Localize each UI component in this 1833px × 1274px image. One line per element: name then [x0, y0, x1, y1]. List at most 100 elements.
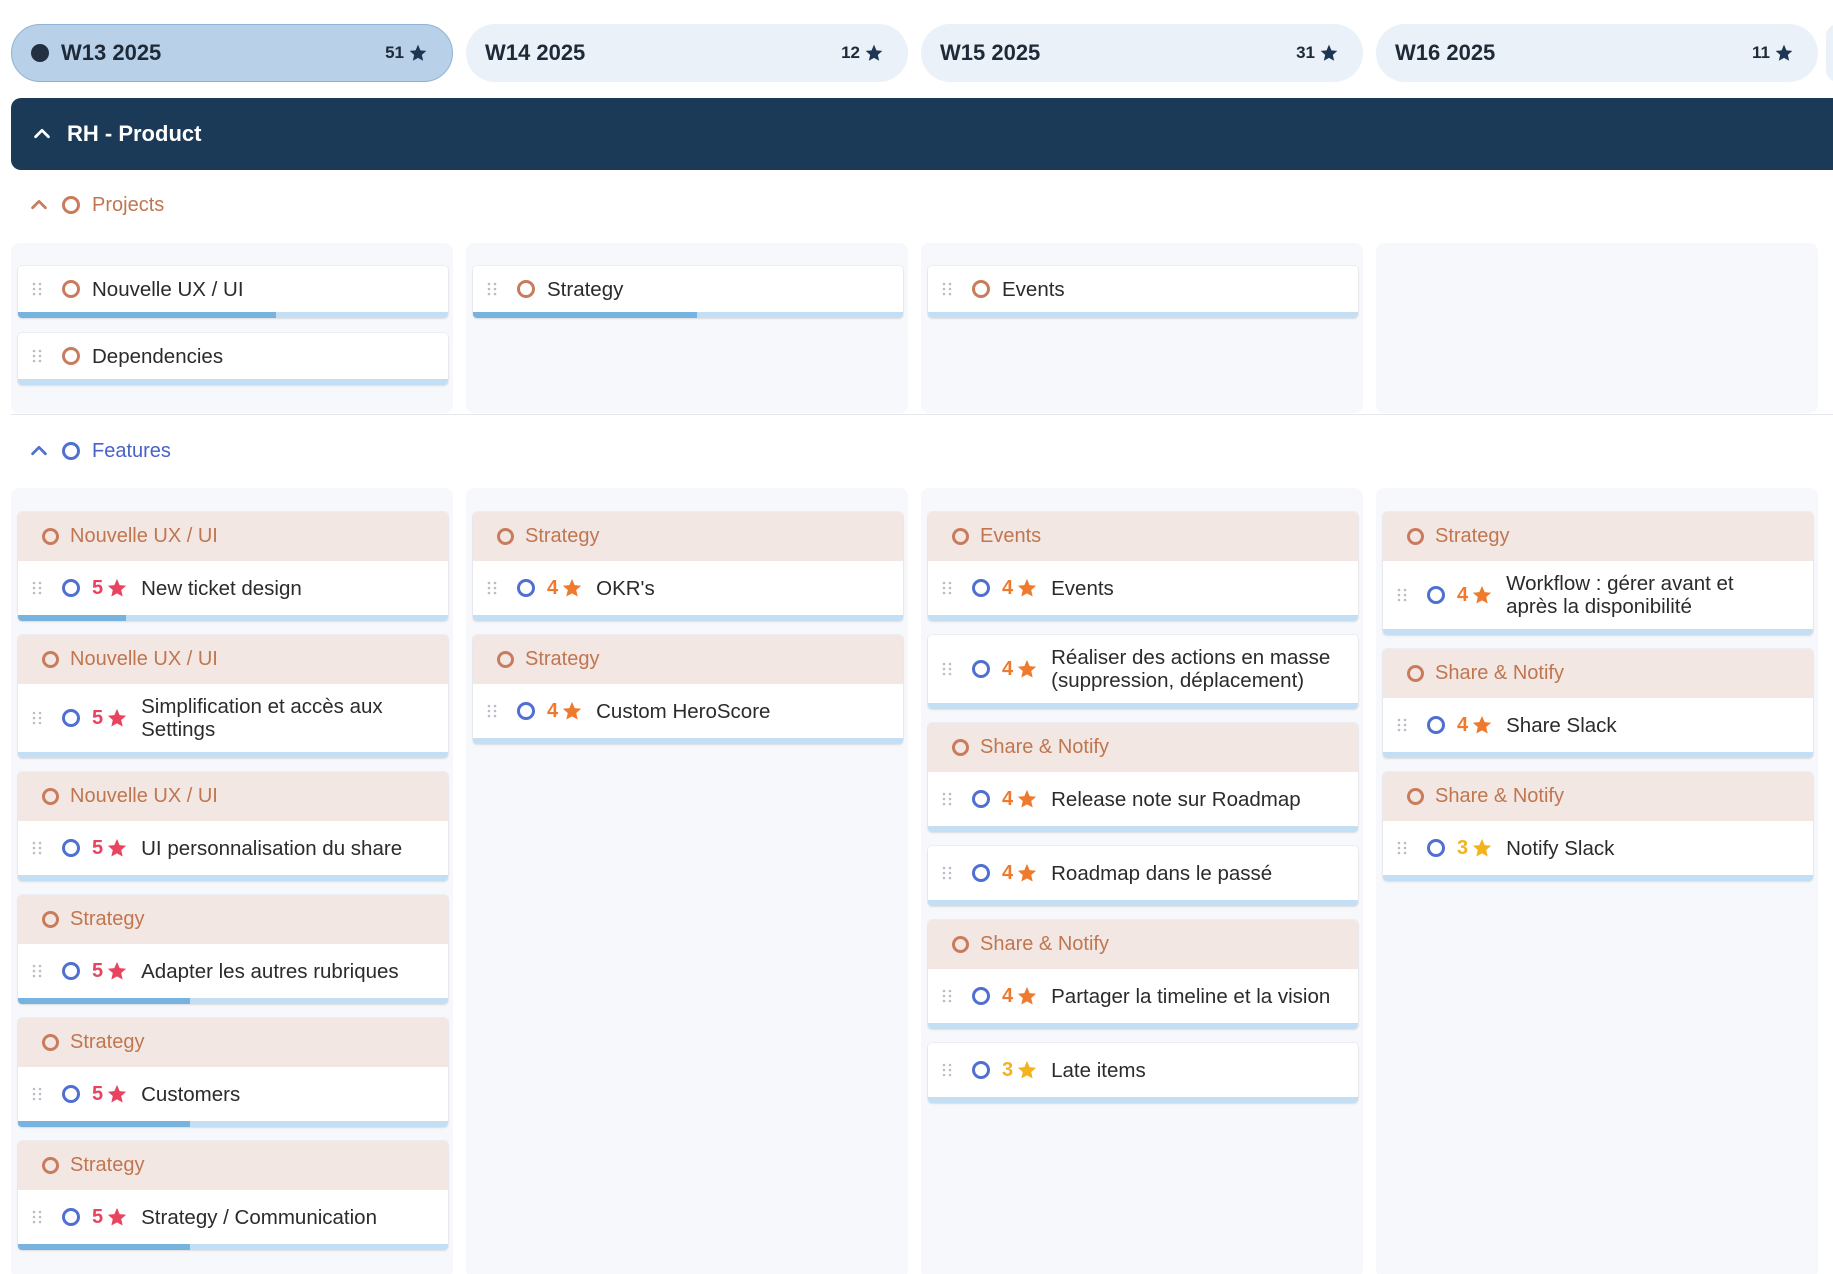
parent-project-title: Strategy: [1435, 525, 1510, 547]
parent-project-title: Strategy: [70, 1154, 145, 1176]
project-card[interactable]: Dependencies: [18, 333, 448, 385]
drag-handle-icon[interactable]: [942, 282, 952, 296]
project-card[interactable]: Strategy: [473, 266, 903, 318]
drag-handle-icon[interactable]: [1397, 718, 1407, 732]
drag-handle-icon[interactable]: [32, 1087, 42, 1101]
star-icon: [562, 578, 582, 597]
card-body: 4 Roadmap dans le passé: [928, 846, 1358, 900]
drag-handle-icon[interactable]: [942, 662, 952, 676]
feature-card[interactable]: Strategy 5 Adapter les autres rubriques: [18, 895, 448, 1004]
drag-handle-icon[interactable]: [942, 989, 952, 1003]
week-pill-w13[interactable]: W13 2025 51: [11, 24, 453, 82]
card-parent-project[interactable]: Strategy: [18, 1018, 448, 1067]
chevron-up-icon[interactable]: [28, 440, 50, 462]
drag-handle-icon[interactable]: [32, 841, 42, 855]
drag-handle-icon[interactable]: [32, 282, 42, 296]
circle-status-icon: [1427, 716, 1445, 734]
feature-card[interactable]: Share & Notify 4 Partager la timeline et l…: [928, 920, 1358, 1029]
feature-card[interactable]: Strategy 4 Custom HeroScore: [473, 635, 903, 744]
week-pill-w16[interactable]: W16 2025 11: [1376, 24, 1818, 82]
card-parent-project[interactable]: Strategy: [18, 1141, 448, 1190]
card-parent-project[interactable]: Strategy: [473, 512, 903, 561]
card-title-line: Partager la timeline et la vision: [1051, 984, 1331, 1008]
feature-card[interactable]: Nouvelle UX / UI 5 UI personnalisation du …: [18, 772, 448, 881]
rating-value: 4: [1002, 657, 1014, 680]
section-header-features[interactable]: Features: [28, 436, 171, 466]
section-header-projects[interactable]: Projects: [28, 190, 164, 220]
drag-handle-icon[interactable]: [487, 704, 497, 718]
card-parent-project[interactable]: Share & Notify: [928, 920, 1358, 969]
star-icon: [1017, 986, 1037, 1005]
card-parent-project[interactable]: Strategy: [1383, 512, 1813, 561]
star-icon: [1017, 578, 1037, 597]
current-week-dot-icon: [31, 44, 49, 62]
card-title-line: Strategy / Communication: [141, 1205, 377, 1229]
card-parent-project[interactable]: Share & Notify: [1383, 772, 1813, 821]
week-pill-w15[interactable]: W15 2025 31: [921, 24, 1363, 82]
project-card[interactable]: Events: [928, 266, 1358, 318]
feature-card[interactable]: Nouvelle UX / UI 5 Simplification et accès…: [18, 635, 448, 758]
team-group-title: RH - Product: [67, 121, 202, 146]
projects-column-w16: [1376, 243, 1818, 413]
star-icon: [1017, 863, 1037, 882]
drag-handle-icon[interactable]: [32, 349, 42, 363]
star-icon: [1017, 659, 1037, 678]
feature-card[interactable]: Share & Notify 3 Notify Slack: [1383, 772, 1813, 881]
circle-status-icon: [952, 528, 969, 545]
rating-badge: 5: [92, 1083, 128, 1106]
card-title: Events: [1051, 577, 1114, 600]
parent-project-title: Share & Notify: [1435, 785, 1564, 807]
drag-handle-icon[interactable]: [942, 866, 952, 880]
features-column-w13: Nouvelle UX / UI 5 New ticket design Nouvel…: [11, 488, 453, 1274]
feature-card[interactable]: Events 4 Events: [928, 512, 1358, 621]
card-body: 4 Workflow : gérer avant et après la dispo…: [1383, 561, 1813, 629]
card-title: Notify Slack: [1506, 837, 1614, 860]
card-parent-project[interactable]: Share & Notify: [928, 723, 1358, 772]
chevron-up-icon[interactable]: [31, 123, 53, 145]
feature-card[interactable]: Strategy 5 Customers: [18, 1018, 448, 1127]
feature-card[interactable]: Strategy 4 OKR's: [473, 512, 903, 621]
team-group-header[interactable]: RH - Product: [11, 98, 1833, 170]
drag-handle-icon[interactable]: [32, 1210, 42, 1224]
week-pill-next-partial[interactable]: [1826, 24, 1833, 82]
card-title-line: OKR's: [596, 576, 655, 600]
drag-handle-icon[interactable]: [1397, 841, 1407, 855]
feature-card[interactable]: Strategy 4 Workflow : gérer avant et après …: [1383, 512, 1813, 635]
card-parent-project[interactable]: Share & Notify: [1383, 649, 1813, 698]
feature-card[interactable]: Strategy 5 Strategy / Communication: [18, 1141, 448, 1250]
feature-card[interactable]: Nouvelle UX / UI 5 New ticket design: [18, 512, 448, 621]
drag-handle-icon[interactable]: [1397, 588, 1407, 602]
card-title: Events: [1002, 277, 1065, 301]
drag-handle-icon[interactable]: [32, 581, 42, 595]
card-body: 5 UI personnalisation du share: [18, 821, 448, 875]
drag-handle-icon[interactable]: [487, 581, 497, 595]
week-points-count: 31: [1296, 43, 1315, 62]
feature-card[interactable]: Share & Notify 4 Release note sur Roadmap: [928, 723, 1358, 832]
drag-handle-icon[interactable]: [32, 964, 42, 978]
card-parent-project[interactable]: Nouvelle UX / UI: [18, 512, 448, 561]
card-title-line: Adapter les autres rubriques: [141, 959, 399, 983]
drag-handle-icon[interactable]: [942, 1063, 952, 1077]
card-title-line: Customers: [141, 1082, 241, 1106]
feature-card[interactable]: Share & Notify 4 Share Slack: [1383, 649, 1813, 758]
week-pill-w14[interactable]: W14 2025 12: [466, 24, 908, 82]
card-parent-project[interactable]: Events: [928, 512, 1358, 561]
feature-card[interactable]: 4 Roadmap dans le passé: [928, 846, 1358, 906]
drag-handle-icon[interactable]: [32, 711, 42, 725]
drag-handle-icon[interactable]: [942, 792, 952, 806]
chevron-up-icon[interactable]: [28, 194, 50, 216]
feature-card[interactable]: 3 Late items: [928, 1043, 1358, 1103]
circle-status-icon: [972, 579, 990, 597]
drag-handle-icon[interactable]: [487, 282, 497, 296]
project-card[interactable]: Nouvelle UX / UI: [18, 266, 448, 318]
rating-value: 4: [1002, 576, 1014, 599]
star-icon: [562, 701, 582, 720]
card-parent-project[interactable]: Strategy: [473, 635, 903, 684]
card-parent-project[interactable]: Strategy: [18, 895, 448, 944]
drag-handle-icon[interactable]: [942, 581, 952, 595]
card-body: Strategy: [473, 266, 903, 312]
card-parent-project[interactable]: Nouvelle UX / UI: [18, 772, 448, 821]
feature-card[interactable]: 4 Réaliser des actions en masse (suppressi…: [928, 635, 1358, 709]
card-parent-project[interactable]: Nouvelle UX / UI: [18, 635, 448, 684]
rating-value: 3: [1002, 1058, 1014, 1081]
